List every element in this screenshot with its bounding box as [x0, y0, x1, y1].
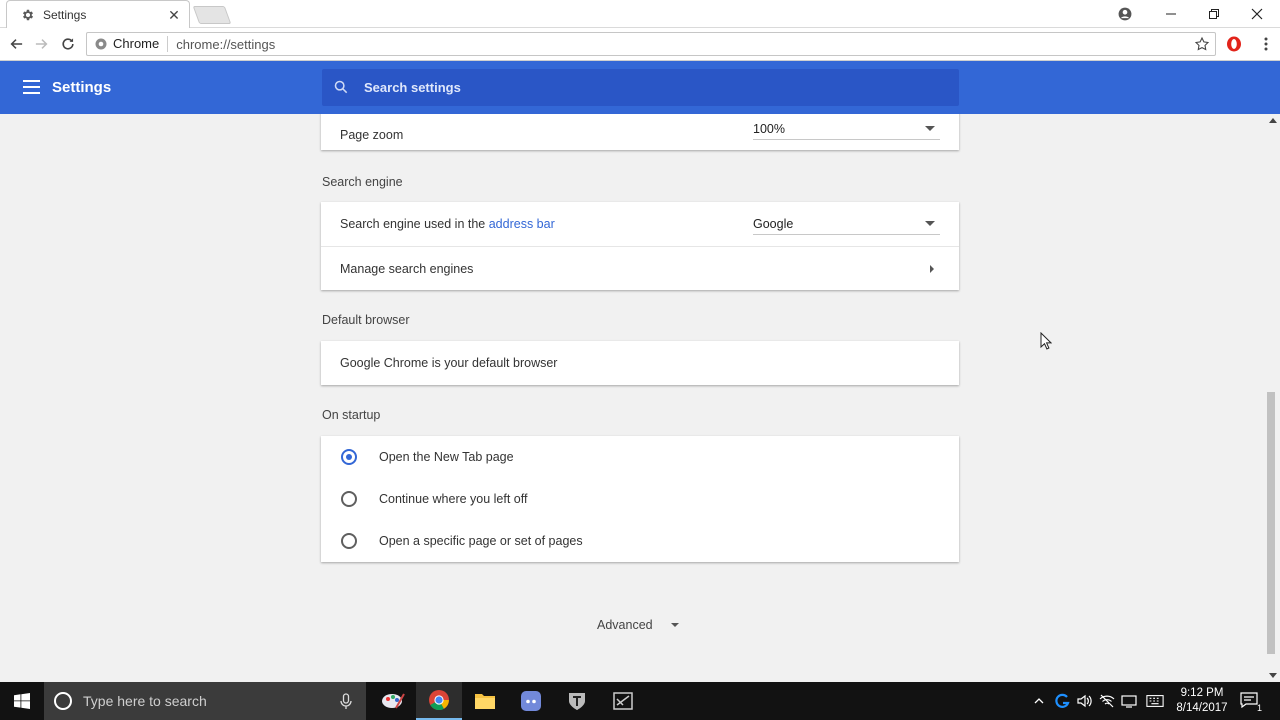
- clock-time: 9:12 PM: [1180, 687, 1224, 699]
- page-zoom-value: 100%: [753, 121, 785, 136]
- mouse-cursor-icon: [1040, 332, 1052, 350]
- restore-icon[interactable]: [1193, 0, 1235, 28]
- taskbar-app-paint-icon[interactable]: [370, 682, 416, 720]
- search-input[interactable]: [364, 80, 959, 95]
- action-center-icon[interactable]: 1: [1240, 692, 1262, 713]
- address-bar[interactable]: Chrome chrome://settings: [86, 32, 1216, 56]
- back-arrow-icon[interactable]: [6, 34, 26, 54]
- volume-icon[interactable]: [1075, 692, 1093, 710]
- section-title-search-engine: Search engine: [322, 175, 403, 189]
- startup-option-label: Open a specific page or set of pages: [379, 534, 583, 548]
- section-title-on-startup: On startup: [322, 408, 381, 422]
- search-engine-label-prefix: Search engine used in the: [340, 217, 486, 231]
- settings-search-box[interactable]: [322, 69, 959, 106]
- display-icon[interactable]: [1120, 692, 1138, 710]
- section-title-default-browser: Default browser: [322, 313, 410, 327]
- opera-extension-icon[interactable]: [1226, 36, 1242, 52]
- bookmark-star-icon[interactable]: [1194, 36, 1210, 52]
- tab-strip: Settings ✕: [0, 0, 1280, 28]
- search-engine-card: Search engine used in the address bar Go…: [321, 202, 959, 290]
- taskbar-app-file-explorer-icon[interactable]: [462, 682, 508, 720]
- microphone-icon[interactable]: [336, 691, 356, 711]
- on-startup-card: Open the New Tab page Continue where you…: [321, 436, 959, 562]
- forward-arrow-icon[interactable]: [32, 34, 52, 54]
- manage-search-engines-label: Manage search engines: [340, 261, 474, 276]
- startup-option-label: Continue where you left off: [379, 492, 528, 506]
- startup-option-continue[interactable]: Continue where you left off: [321, 478, 959, 520]
- search-engine-label: Search engine used in the address bar: [340, 217, 555, 231]
- radio-button[interactable]: [341, 533, 357, 549]
- radio-button[interactable]: [341, 491, 357, 507]
- close-tab-icon[interactable]: ✕: [167, 8, 181, 22]
- clock-date: 8/14/2017: [1176, 702, 1228, 714]
- default-browser-status: Google Chrome is your default browser: [340, 356, 558, 370]
- search-icon: [334, 80, 350, 96]
- settings-content: Page zoom 100% Search engine Search engi…: [0, 114, 1266, 682]
- taskbar-app-discord-icon[interactable]: [508, 682, 554, 720]
- browser-toolbar: Chrome chrome://settings: [0, 28, 1280, 61]
- page-scrollbar[interactable]: [1266, 114, 1280, 682]
- close-window-icon[interactable]: [1236, 0, 1278, 28]
- cortana-icon[interactable]: [54, 692, 72, 710]
- notification-count: 1: [1256, 703, 1262, 713]
- startup-option-specific-pages[interactable]: Open a specific page or set of pages: [321, 520, 959, 562]
- taskbar-app-game-launcher-icon[interactable]: [600, 682, 646, 720]
- search-engine-dropdown[interactable]: Google: [753, 213, 940, 235]
- url-text[interactable]: chrome://settings: [168, 37, 1194, 52]
- startup-option-label: Open the New Tab page: [379, 450, 514, 464]
- tab-settings[interactable]: Settings ✕: [6, 0, 190, 28]
- taskbar-clock[interactable]: 9:12 PM 8/14/2017: [1172, 686, 1232, 716]
- gear-icon: [21, 8, 35, 22]
- scroll-thumb[interactable]: [1267, 392, 1275, 654]
- tray-expand-chevron-icon[interactable]: [1030, 692, 1048, 710]
- page-zoom-label: Page zoom: [340, 128, 404, 142]
- keyboard-icon[interactable]: [1146, 692, 1164, 710]
- advanced-label: Advanced: [597, 618, 653, 632]
- dropdown-arrow-icon: [925, 126, 935, 131]
- page-zoom-dropdown[interactable]: 100%: [753, 118, 940, 140]
- default-browser-card: Google Chrome is your default browser: [321, 341, 959, 385]
- dropdown-arrow-icon: [925, 221, 935, 226]
- taskbar-app-chrome-icon[interactable]: [416, 682, 462, 720]
- windows-start-icon[interactable]: [0, 682, 44, 720]
- origin-label: Chrome: [113, 36, 169, 52]
- hamburger-menu-icon[interactable]: [23, 80, 40, 94]
- scroll-up-arrow-icon[interactable]: [1269, 118, 1277, 123]
- page-zoom-row: Page zoom 100%: [321, 114, 959, 150]
- search-engine-value: Google: [753, 216, 794, 231]
- taskbar-search-placeholder: Type here to search: [83, 693, 207, 709]
- reload-icon[interactable]: [58, 34, 78, 54]
- radio-button-checked[interactable]: [341, 449, 357, 465]
- taskbar-search-box[interactable]: Type here to search: [44, 682, 366, 720]
- network-icon[interactable]: [1098, 692, 1116, 710]
- advanced-button[interactable]: Advanced: [597, 618, 679, 632]
- chrome-menu-icon[interactable]: [1256, 34, 1276, 54]
- search-engine-row: Search engine used in the address bar Go…: [321, 202, 959, 246]
- taskbar-app-world-of-tanks-icon[interactable]: [554, 682, 600, 720]
- page-title: Settings: [52, 79, 112, 96]
- default-browser-row: Google Chrome is your default browser: [321, 341, 959, 385]
- manage-search-engines-row[interactable]: Manage search engines: [321, 246, 959, 290]
- startup-option-new-tab[interactable]: Open the New Tab page: [321, 436, 959, 478]
- address-bar-link[interactable]: address bar: [489, 217, 555, 231]
- windows-taskbar: Type here to search 9:12 PM 8/14/2017 1: [0, 682, 1280, 720]
- chrome-page-icon: [95, 38, 107, 50]
- tab-title: Settings: [43, 7, 87, 22]
- appearance-card: Page zoom 100%: [321, 114, 959, 150]
- new-tab-button[interactable]: [192, 6, 232, 24]
- minimize-icon[interactable]: [1150, 0, 1192, 28]
- profile-icon[interactable]: [1104, 0, 1146, 28]
- chevron-down-icon: [670, 623, 679, 627]
- tray-app-icon[interactable]: [1053, 692, 1071, 710]
- settings-header: Settings: [0, 61, 1280, 114]
- chevron-right-icon: [930, 264, 934, 273]
- scroll-down-arrow-icon[interactable]: [1269, 673, 1277, 678]
